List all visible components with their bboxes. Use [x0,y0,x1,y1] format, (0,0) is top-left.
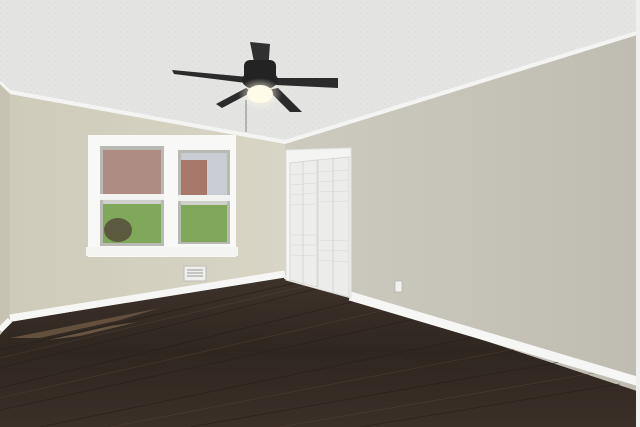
room-scene [0,0,640,427]
closet-door-icon [285,147,352,299]
vent-icon [183,265,207,282]
outlet-icon [394,280,403,293]
window-icon [86,135,238,257]
left-side-wall [0,82,10,335]
right-edge-trim [636,0,640,427]
